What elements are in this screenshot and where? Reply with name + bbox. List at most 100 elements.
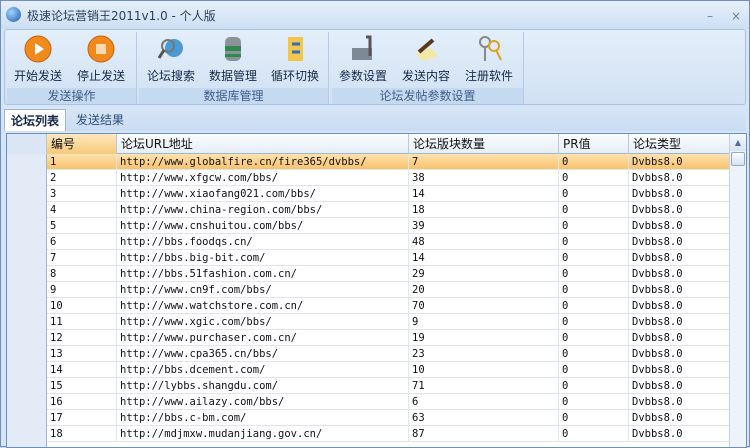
close-button[interactable]: × [731,9,741,23]
cell-id: 5 [47,218,117,234]
row-header [7,250,47,266]
col-url[interactable]: 论坛URL地址 [117,134,409,154]
table-row[interactable]: 4 http://www.china-region.com/bbs/18 0 Dvbb… [7,202,730,218]
data-manage-button[interactable]: 数据管理 [204,34,262,84]
data-manage-label: 数据管理 [208,69,257,83]
cell-id: 2 [47,170,117,186]
scroll-thumb[interactable] [731,152,745,166]
row-header [7,186,47,202]
col-id[interactable]: 编号 [47,134,117,154]
cell-id: 12 [47,330,117,346]
send-content-label: 发送内容 [401,69,450,83]
table-row[interactable]: 11 http://www.xgic.com/bbs/9 0 Dvbbs8.0 [7,314,730,330]
table-row[interactable]: 7 http://bbs.big-bit.com/14 0 Dvbbs8.0 [7,250,730,266]
cell-pr: 0 [559,346,629,362]
table-row[interactable]: 15 http://lybbs.shangdu.com/71 0 Dvbbs8.0 [7,378,730,394]
cell-board-count: 10 [409,362,559,378]
cell-pr: 0 [559,394,629,410]
cell-url: http://bbs.c-bm.com/ [117,410,409,426]
table-row[interactable]: 12 http://www.purchaser.com.cn/19 0 Dvbbs8.… [7,330,730,346]
cell-board-count: 63 [409,410,559,426]
col-pr[interactable]: PR值 [559,134,629,154]
stop-icon [86,34,116,64]
table-row[interactable]: 5 http://www.cnshuitou.com/bbs/39 0 Dvbbs8.… [7,218,730,234]
cell-url: http://bbs.dcement.com/ [117,362,409,378]
start-send-label: 开始发送 [13,69,62,83]
cell-id: 7 [47,250,117,266]
col-type[interactable]: 论坛类型 [629,134,730,154]
cell-id: 14 [47,362,117,378]
stop-send-button[interactable]: 停止发送 [72,34,130,84]
cell-id: 4 [47,202,117,218]
table-row[interactable]: 18 http://mdjmxw.mudanjiang.gov.cn/87 0 Dvb… [7,426,730,442]
row-header [7,346,47,362]
cell-pr: 0 [559,170,629,186]
table-row[interactable]: 9 http://www.cn9f.com/bbs/20 0 Dvbbs8.0 [7,282,730,298]
table-row[interactable]: 6 http://bbs.foodqs.cn/48 0 Dvbbs8.0 [7,234,730,250]
cell-pr: 0 [559,314,629,330]
register-label: 注册软件 [464,69,513,83]
cell-pr: 0 [559,250,629,266]
cell-type: Dvbbs8.0 [629,282,730,298]
cell-type: Dvbbs8.0 [629,410,730,426]
minimize-button[interactable]: – [707,9,713,23]
cycle-switch-button[interactable]: 循环切换 [266,34,324,84]
table-row[interactable]: 16 http://www.ailazy.com/bbs/6 0 Dvbbs8.0 [7,394,730,410]
cell-url: http://www.globalfire.cn/fire365/dvbbs/ [117,154,409,170]
cell-id: 8 [47,266,117,282]
send-content-button[interactable]: 发送内容 [397,34,455,84]
app-window: 极速论坛营销王2011v1.0 - 个人版 – × 开始发送 停止发送 发送操作… [0,0,750,448]
cell-type: Dvbbs8.0 [629,218,730,234]
vertical-scrollbar[interactable]: ▲ [729,134,746,447]
cell-id: 9 [47,282,117,298]
group-label: 论坛发帖参数设置 [332,88,523,104]
scroll-up-icon[interactable]: ▲ [730,134,746,151]
app-globe-icon [6,7,21,22]
table-row[interactable]: 14 http://bbs.dcement.com/10 0 Dvbbs8.0 [7,362,730,378]
tab-send-results[interactable]: 发送结果 [70,109,130,131]
tab-forum-list[interactable]: 论坛列表 [4,109,67,131]
cell-type: Dvbbs8.0 [629,186,730,202]
register-button[interactable]: 注册软件 [460,34,518,84]
param-settings-button[interactable]: 参数设置 [334,34,392,84]
row-header [7,410,47,426]
cell-board-count: 19 [409,330,559,346]
cell-id: 1 [47,154,117,170]
table-row[interactable]: 1 http://www.globalfire.cn/fire365/dvbbs/… [7,154,730,170]
cell-pr: 0 [559,154,629,170]
table-row[interactable]: 2 http://www.xfgcw.com/bbs/38 0 Dvbbs8.0 [7,170,730,186]
forum-table: 编号 论坛URL地址 论坛版块数量 PR值 论坛类型 1 http://www.g… [6,133,747,448]
col-board-count[interactable]: 论坛版块数量 [409,134,559,154]
play-icon [23,34,53,64]
cell-board-count: 48 [409,234,559,250]
cell-pr: 0 [559,202,629,218]
database-icon [218,34,248,64]
cell-type: Dvbbs8.0 [629,298,730,314]
search-globe-icon [156,34,186,64]
cell-id: 6 [47,234,117,250]
forum-search-button[interactable]: 论坛搜索 [142,34,200,84]
cell-board-count: 7 [409,154,559,170]
cell-board-count: 9 [409,314,559,330]
row-header [7,218,47,234]
row-header [7,426,47,442]
row-header-corner [7,134,47,154]
table-row-partial[interactable] [7,442,730,447]
cell-type: Dvbbs8.0 [629,346,730,362]
window-title: 极速论坛营销王2011v1.0 - 个人版 [27,9,216,23]
table-row[interactable]: 3 http://www.xiaofang021.com/bbs/14 0 Dvbbs… [7,186,730,202]
forum-search-label: 论坛搜索 [146,69,195,83]
cell-board-count: 70 [409,298,559,314]
cell-url: http://www.watchstore.com.cn/ [117,298,409,314]
cell-type: Dvbbs8.0 [629,170,730,186]
group-post-params: 参数设置 发送内容 注册软件 论坛发帖参数设置 [332,32,524,104]
cell-url: http://www.ailazy.com/bbs/ [117,394,409,410]
start-send-button[interactable]: 开始发送 [9,34,67,84]
table-row[interactable]: 13 http://www.cpa365.cn/bbs/23 0 Dvbbs8.0 [7,346,730,362]
table-row[interactable]: 10 http://www.watchstore.com.cn/70 0 Dvbbs8… [7,298,730,314]
cell-url: http://www.china-region.com/bbs/ [117,202,409,218]
table-row[interactable]: 8 http://bbs.51fashion.com.cn/29 0 Dvbbs8.0 [7,266,730,282]
table-row[interactable]: 17 http://bbs.c-bm.com/63 0 Dvbbs8.0 [7,410,730,426]
row-header [7,154,47,170]
group-label: 发送操作 [7,88,136,104]
